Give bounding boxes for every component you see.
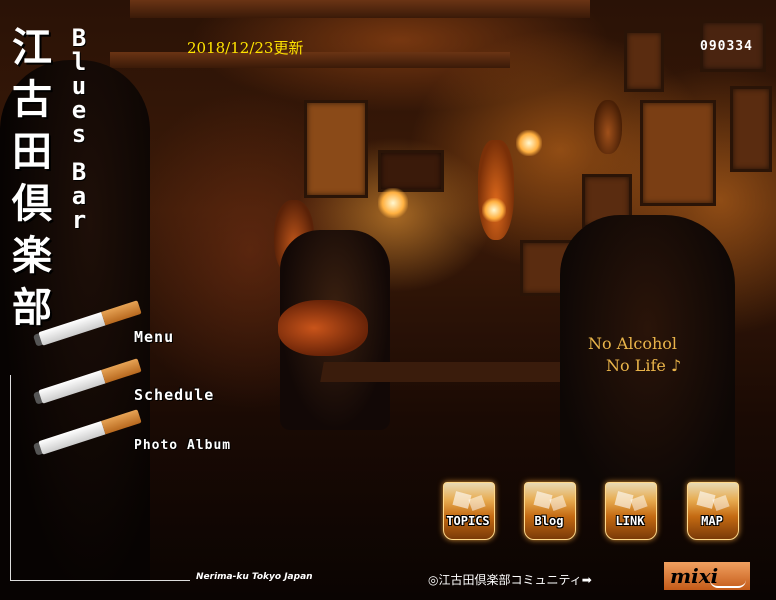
update-date: 2018/12/23更新	[187, 39, 304, 57]
cigarette-icon	[32, 408, 142, 456]
wall-frame	[730, 86, 772, 172]
link-button[interactable]: LINK	[603, 478, 657, 542]
cigarette-icon	[32, 300, 142, 347]
blog-label[interactable]: Blog	[522, 514, 576, 528]
title-char: 楽	[12, 232, 52, 279]
frame-line-horizontal	[10, 580, 190, 581]
blog-button[interactable]: Blog	[522, 478, 576, 542]
nav-menu[interactable]: Menu	[32, 300, 174, 347]
subtitle-char: l	[71, 48, 87, 76]
whisky-glass-icon	[605, 482, 657, 540]
wall-painting	[304, 100, 368, 198]
mandolin	[594, 100, 622, 154]
whisky-glass-icon	[687, 482, 739, 540]
wall-sign	[378, 150, 444, 192]
title-char: 江	[12, 24, 52, 71]
nav-photo-album[interactable]: Photo Album	[32, 408, 231, 456]
topics-label[interactable]: TOPICS	[441, 514, 495, 528]
hoodie-line-2: No Life ♪	[606, 356, 682, 375]
guitar	[478, 140, 514, 240]
subtitle-char: r	[71, 206, 87, 234]
ceiling-beam	[110, 52, 510, 68]
title-char: 田	[12, 128, 52, 175]
ceiling-beam	[130, 0, 590, 18]
subtitle-char: e	[71, 96, 87, 124]
bar-photo-background: No Alcohol No Life ♪ 江 古 田 倶 楽 部 B l u e…	[0, 0, 776, 600]
mixi-button[interactable]: mixi	[664, 562, 750, 590]
acoustic-guitar	[278, 300, 368, 356]
lamp-light	[482, 198, 506, 222]
mixi-swoosh-icon	[710, 580, 746, 588]
nav-schedule[interactable]: Schedule	[32, 358, 214, 405]
subtitle-char: B	[71, 24, 87, 52]
title-char: 古	[12, 76, 52, 123]
subtitle-char: B	[71, 158, 87, 186]
topics-button[interactable]: TOPICS	[441, 478, 495, 542]
nav-schedule-label[interactable]: Schedule	[134, 386, 214, 404]
site-subtitle: B l u e s B a r	[66, 26, 92, 232]
lamp-light	[378, 188, 408, 218]
location-text: Nerima-ku Tokyo Japan	[196, 572, 313, 582]
nav-photo-album-label[interactable]: Photo Album	[134, 438, 231, 453]
nav-menu-label[interactable]: Menu	[134, 328, 174, 346]
map-button[interactable]: MAP	[685, 478, 739, 542]
cigarette-icon	[32, 358, 142, 405]
map-label[interactable]: MAP	[685, 514, 739, 528]
bar-table	[320, 362, 574, 382]
wall-frame	[624, 30, 664, 92]
lamp-light	[516, 130, 542, 156]
hoodie-print: No Alcohol No Life ♪	[588, 333, 681, 377]
community-link-text[interactable]: ◎江古田倶楽部コミュニティ➡	[428, 571, 592, 588]
hoodie-line-1: No Alcohol	[588, 334, 678, 353]
whisky-glass-icon	[443, 482, 495, 540]
visitor-counter: 090334	[700, 39, 753, 54]
title-char: 倶	[12, 180, 52, 227]
subtitle-char: u	[71, 72, 87, 100]
subtitle-char: s	[71, 120, 87, 148]
link-label[interactable]: LINK	[603, 514, 657, 528]
subtitle-char: a	[71, 182, 87, 210]
frame-line-vertical	[10, 375, 11, 580]
whisky-glass-icon	[524, 482, 576, 540]
wall-frame	[640, 100, 716, 206]
site-title: 江 古 田 倶 楽 部	[10, 22, 54, 334]
